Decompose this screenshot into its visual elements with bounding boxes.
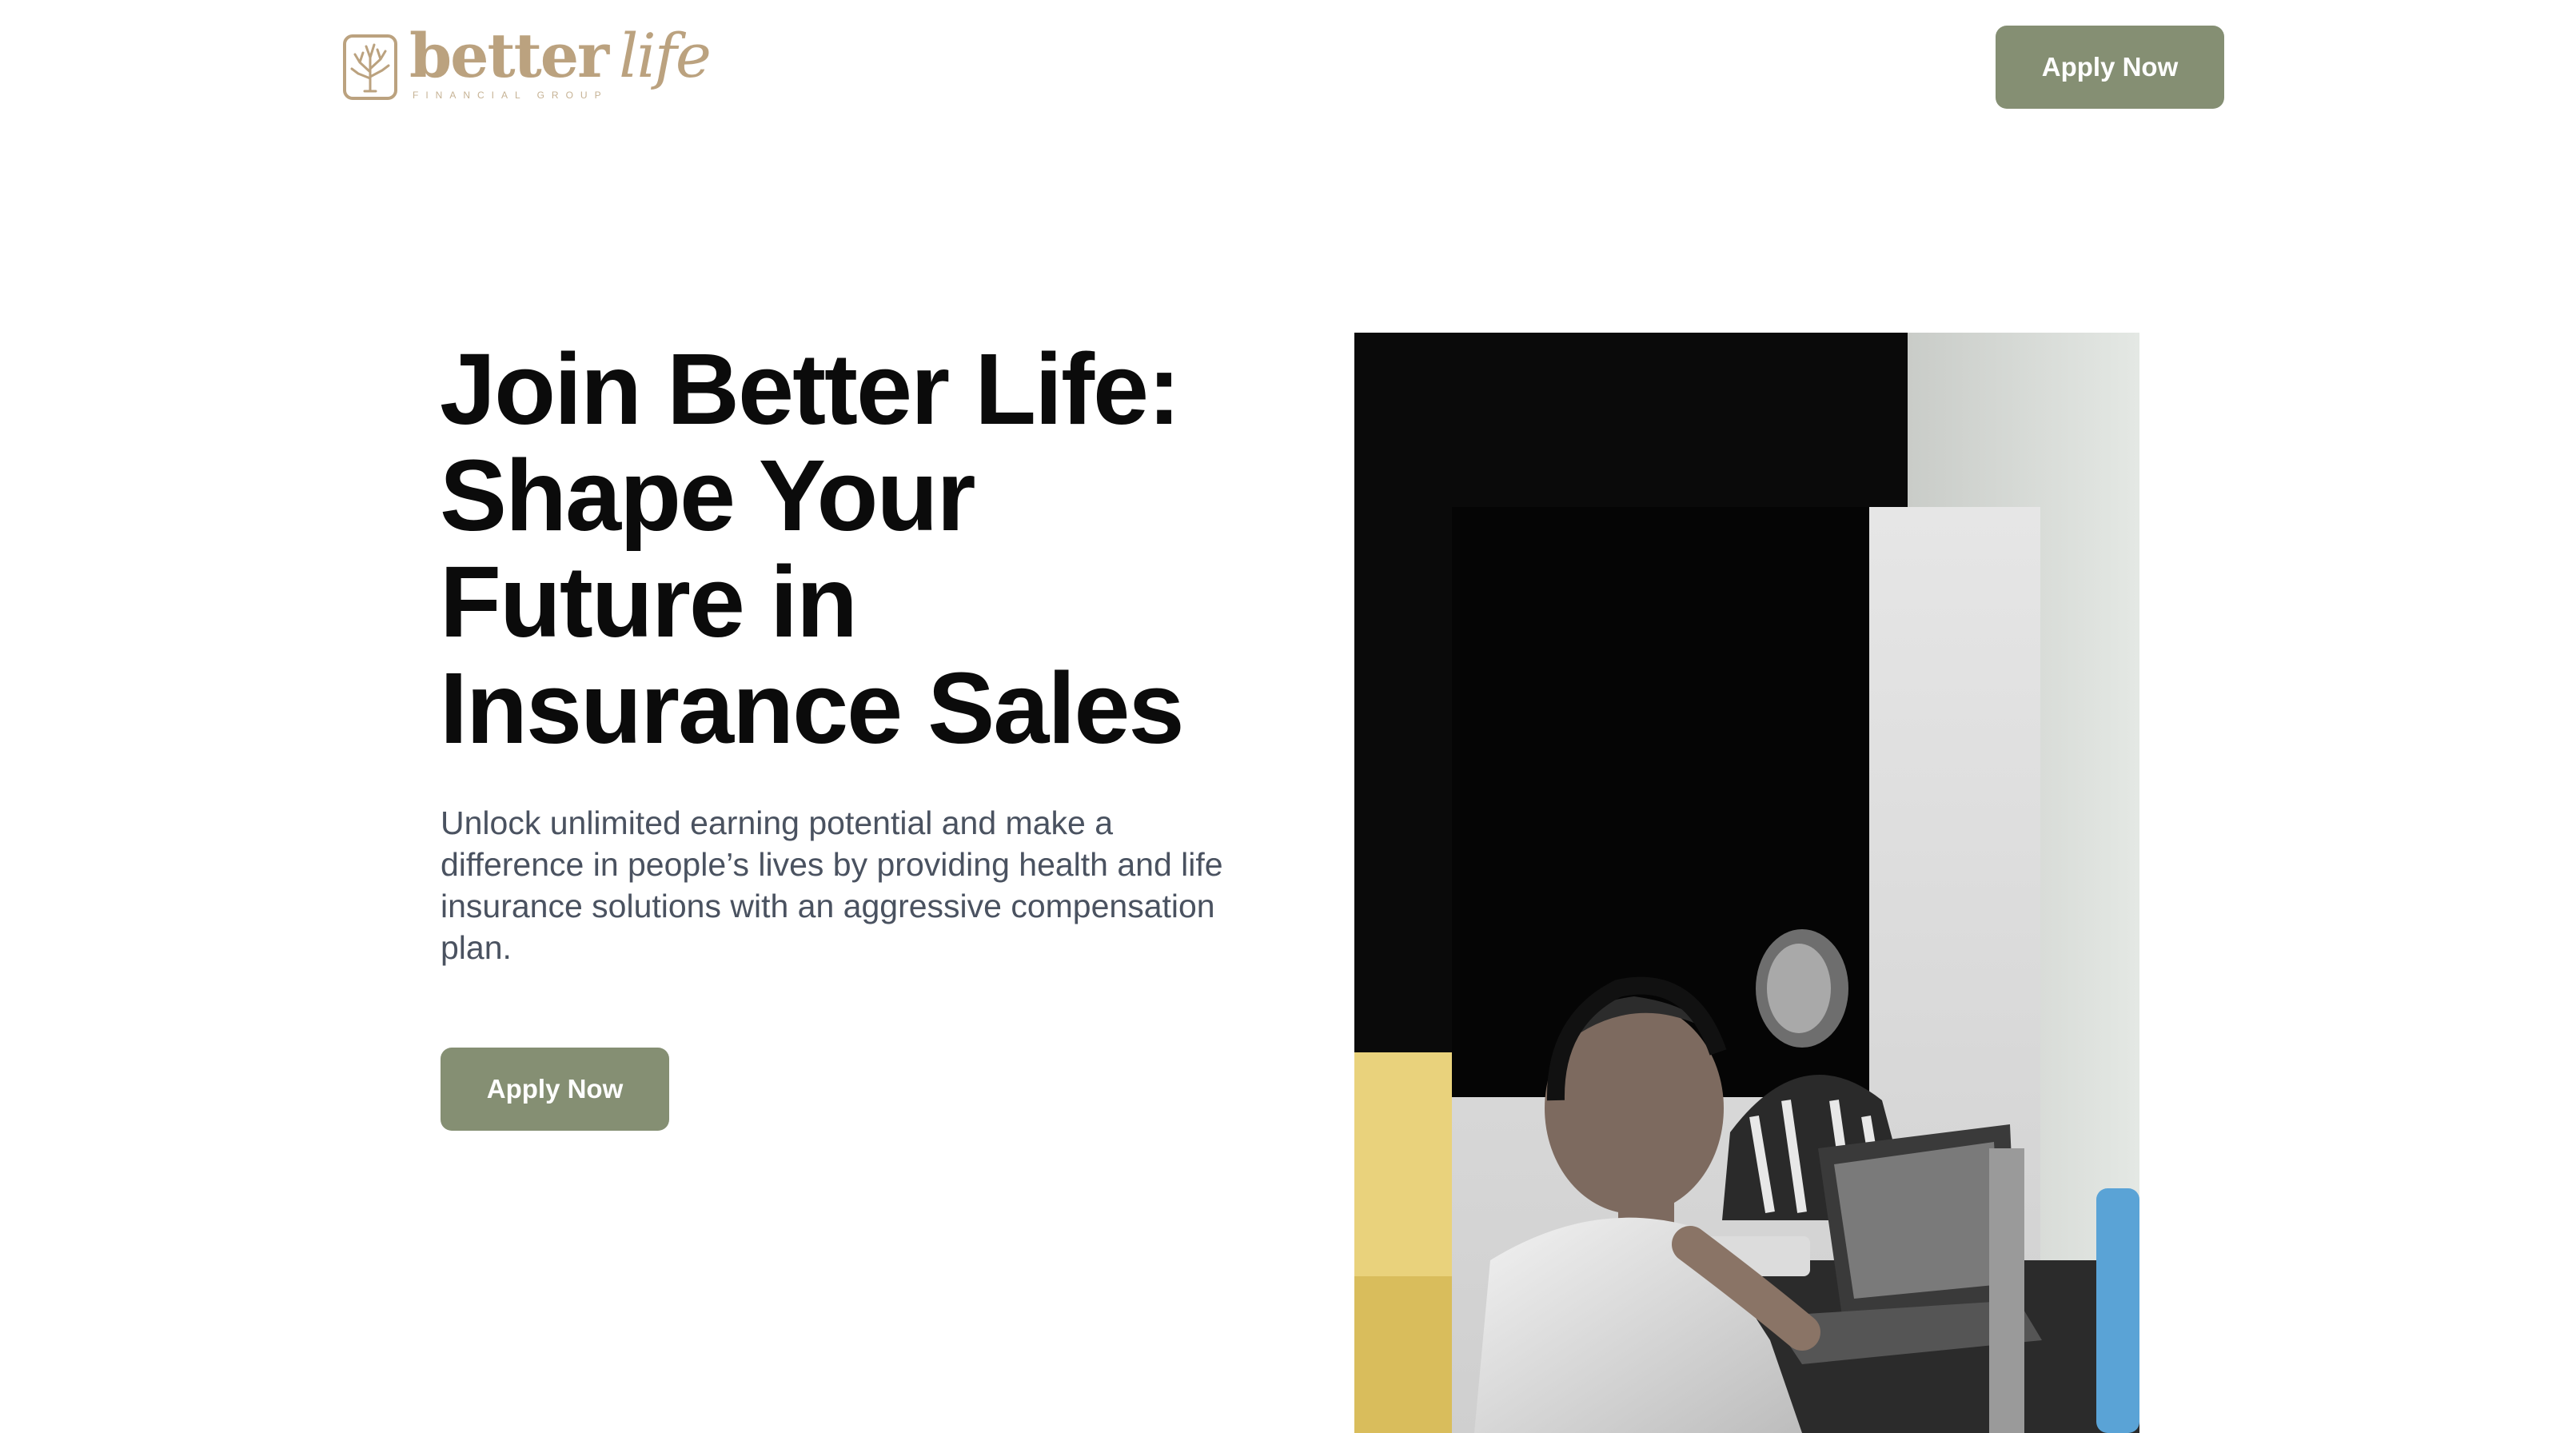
hero-image — [1354, 333, 2139, 1433]
logo-word-accent: life — [619, 20, 712, 91]
logo-tagline: FINANCIAL GROUP — [413, 90, 608, 101]
site-header: better life FINANCIAL GROUP Apply Now — [0, 0, 2576, 133]
team-meeting-photo — [1354, 333, 2139, 1433]
tree-icon — [343, 34, 397, 100]
hero-apply-now-button[interactable]: Apply Now — [441, 1048, 669, 1131]
logo-word: better life — [409, 26, 712, 86]
hero-subtitle: Unlock unlimited earning potential and m… — [441, 804, 1223, 966]
header-apply-now-button[interactable]: Apply Now — [1996, 26, 2224, 109]
logo-word-main: better — [409, 20, 609, 91]
brand-logo[interactable]: better life FINANCIAL GROUP — [342, 26, 712, 106]
logo-wordmark: better life FINANCIAL GROUP — [409, 26, 712, 106]
hero-title: Join Better Life: Shape Your Future in I… — [440, 333, 1185, 764]
